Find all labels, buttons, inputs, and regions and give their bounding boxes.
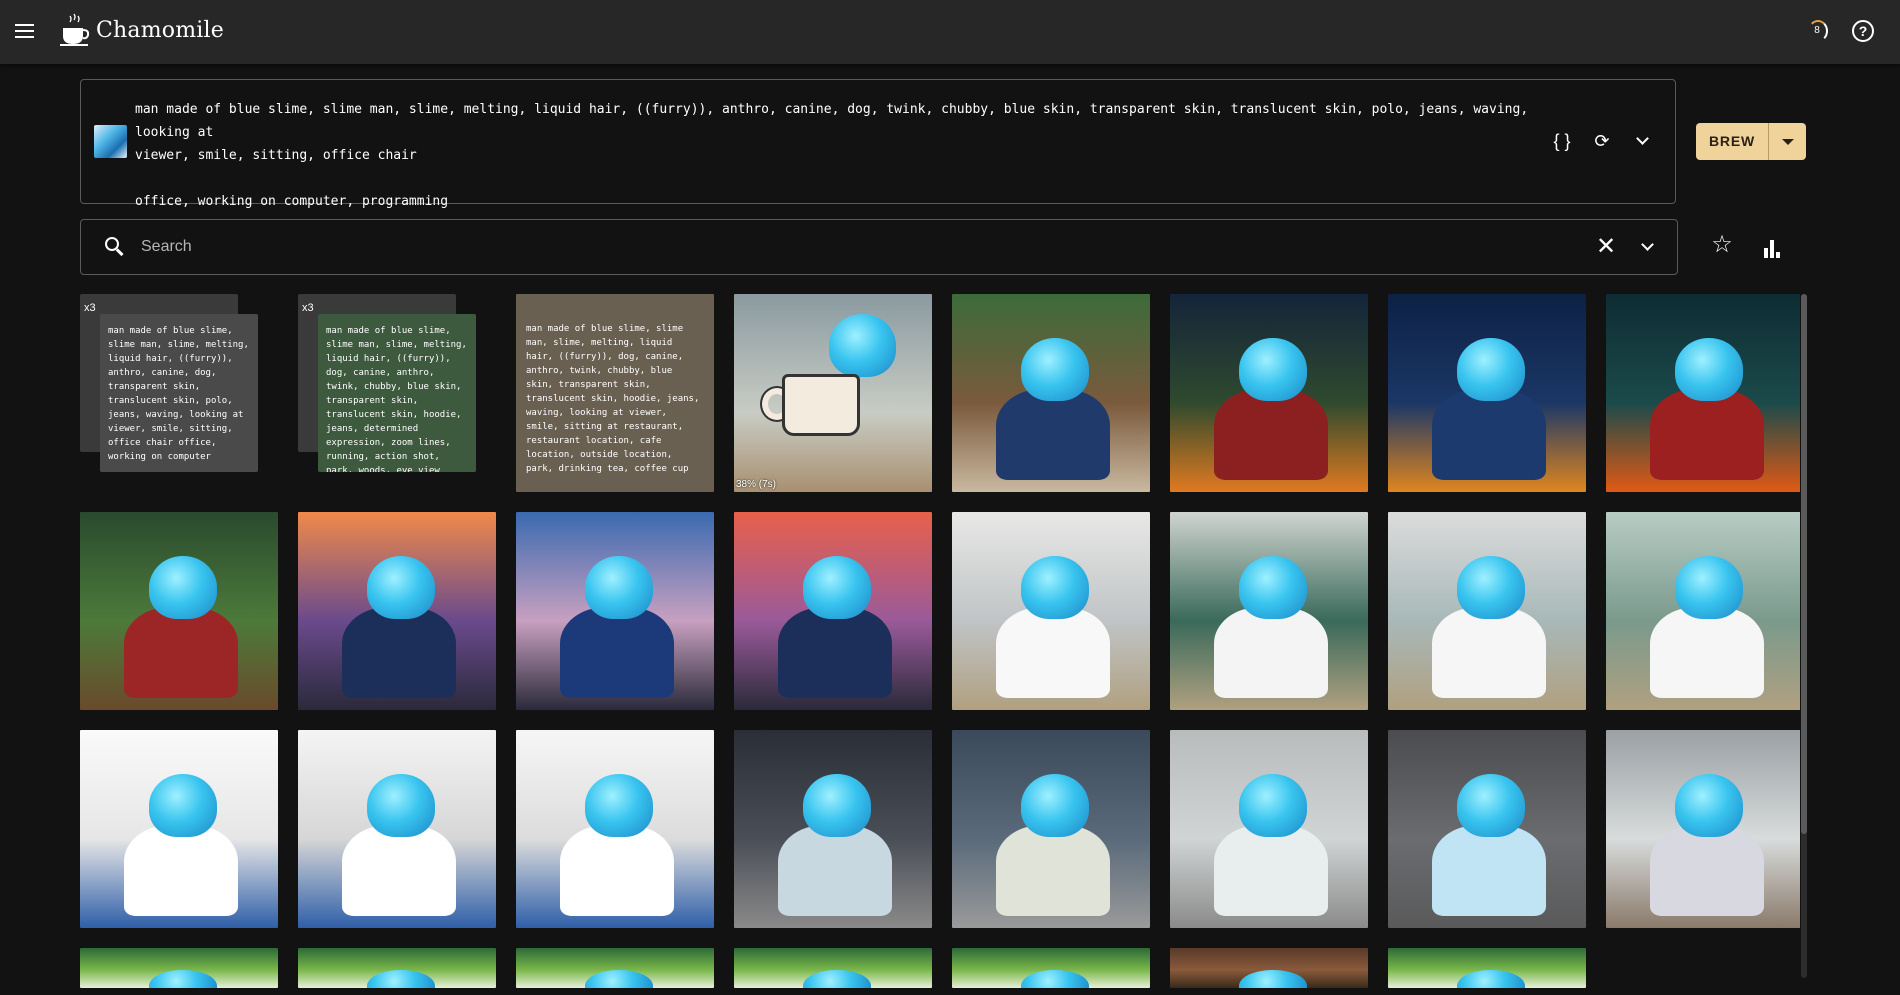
search-icon: [105, 237, 125, 257]
gallery-tile[interactable]: [1606, 512, 1800, 710]
gallery-tile[interactable]: [516, 948, 714, 988]
help-circle-icon[interactable]: ?: [1852, 20, 1874, 42]
gallery-tile[interactable]: [734, 730, 932, 928]
stack-count-badge: x3: [84, 302, 96, 314]
gallery-tile[interactable]: [80, 730, 278, 928]
gallery-tile[interactable]: [734, 512, 932, 710]
gallery-tile[interactable]: [516, 730, 714, 928]
gallery-tile[interactable]: [734, 948, 932, 988]
chevron-down-icon[interactable]: [1631, 130, 1653, 152]
gallery-tile[interactable]: man made of blue slime, slime man, slime…: [516, 294, 714, 492]
cycle-icon[interactable]: ⟳: [1591, 130, 1613, 152]
gallery-tile[interactable]: [80, 512, 278, 710]
stack-count-badge: x3: [302, 302, 314, 314]
gallery-tile[interactable]: [1170, 948, 1368, 988]
gallery-tile[interactable]: [1388, 512, 1586, 710]
coffee-mug-preview: [782, 374, 860, 436]
gallery-tile[interactable]: [952, 730, 1150, 928]
clear-search-icon[interactable]: ✕: [1593, 234, 1619, 260]
gallery-tile[interactable]: [298, 948, 496, 988]
gallery-tile[interactable]: 38% (7s): [734, 294, 932, 492]
search-input[interactable]: [141, 232, 1441, 262]
gallery-tile[interactable]: [952, 512, 1150, 710]
brew-button-group: BREW: [1696, 123, 1806, 160]
prompt-text[interactable]: man made of blue slime, slime man, slime…: [135, 98, 1585, 213]
hamburger-menu-icon[interactable]: [10, 16, 38, 46]
gallery-tile[interactable]: [1388, 294, 1586, 492]
prompt-preview-text: man made of blue slime, slime man, slime…: [526, 324, 700, 474]
brew-button[interactable]: BREW: [1696, 123, 1768, 160]
gallery-tile[interactable]: man made of blue slime, slime man, slime…: [298, 294, 496, 492]
favorites-star-icon[interactable]: ☆: [1708, 231, 1736, 259]
prompt-preview-text: man made of blue slime, slime man, slime…: [100, 314, 258, 472]
app-title: Chamomile: [96, 17, 224, 43]
gallery-tile[interactable]: [80, 948, 278, 988]
generation-progress-label: 38% (7s): [736, 479, 777, 490]
prompt-editor[interactable]: man made of blue slime, slime man, slime…: [80, 79, 1676, 209]
prompt-preview-text: man made of blue slime, slime man, slime…: [318, 314, 476, 472]
gallery-tile[interactable]: [1606, 294, 1800, 492]
prompt-actions: { } ⟳: [1551, 130, 1653, 152]
prompt-reference-thumbnail[interactable]: [94, 125, 127, 158]
teacup-icon: [60, 12, 90, 48]
scrollbar-thumb[interactable]: [1801, 294, 1807, 834]
app-logo[interactable]: Chamomile: [60, 8, 224, 52]
gallery-tile[interactable]: [1606, 730, 1800, 928]
stats-bar-chart-icon[interactable]: [1760, 234, 1784, 258]
app-header: Chamomile 8 ?: [0, 0, 1900, 64]
gallery-tile[interactable]: [1388, 730, 1586, 928]
gallery-tile[interactable]: [952, 948, 1150, 988]
gallery-scrollbar[interactable]: [1801, 294, 1807, 978]
gallery-tile[interactable]: [1170, 294, 1368, 492]
gallery-tile[interactable]: [298, 512, 496, 710]
gallery-tile[interactable]: [298, 730, 496, 928]
search-bar: ✕: [80, 219, 1678, 275]
generation-status-icon[interactable]: 8: [1806, 20, 1828, 42]
image-gallery-grid: man made of blue slime, slime man, slime…: [80, 294, 1800, 995]
gallery-tile[interactable]: [1170, 512, 1368, 710]
caret-down-icon: [1781, 138, 1794, 145]
search-options-chevron-icon[interactable]: [1635, 236, 1659, 260]
gallery-tile[interactable]: [516, 512, 714, 710]
gallery-tile[interactable]: [1170, 730, 1368, 928]
braces-icon[interactable]: { }: [1551, 130, 1573, 152]
gallery-tile[interactable]: man made of blue slime, slime man, slime…: [80, 294, 278, 492]
gallery-tile[interactable]: [1388, 948, 1586, 988]
gallery-tile[interactable]: [952, 294, 1150, 492]
brew-options-dropdown[interactable]: [1768, 123, 1806, 160]
